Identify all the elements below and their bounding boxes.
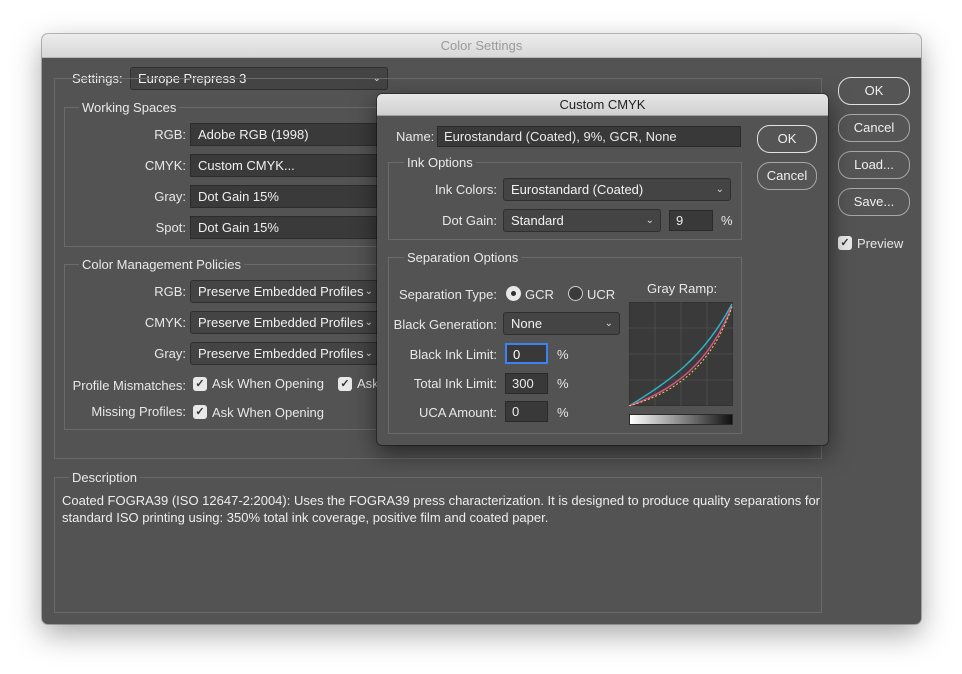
chevron-down-icon: ⌄ <box>364 317 373 328</box>
ws-spot-select[interactable]: Dot Gain 15% <box>190 216 380 239</box>
mismatch-paste-checkbox[interactable]: ✓ <box>338 377 352 391</box>
gcr-radio[interactable] <box>506 286 521 301</box>
black-generation-select[interactable]: None ⌄ <box>503 312 620 335</box>
chevron-down-icon: ⌄ <box>364 286 373 297</box>
preview-label: Preview <box>857 236 904 251</box>
description-title: Description <box>69 470 141 485</box>
chevron-down-icon: ⌄ <box>715 184 724 195</box>
description-text: Coated FOGRA39 (ISO 12647-2:2004): Uses … <box>62 492 822 526</box>
ws-rgb-label: RGB: <box>154 127 186 142</box>
chevron-down-icon: ⌄ <box>604 318 613 329</box>
mismatch-open-checkbox[interactable]: ✓ <box>193 377 207 391</box>
description-line-2: standard ISO printing using: 350% total … <box>62 510 549 525</box>
window-title: Color Settings <box>42 34 921 58</box>
policy-rgb-value: Preserve Embedded Profiles <box>198 284 364 299</box>
ws-spot-label: Spot: <box>155 220 186 235</box>
ws-rgb-select[interactable]: Adobe RGB (1998) <box>190 123 380 146</box>
uca-percent: % <box>557 405 569 420</box>
ink-colors-value: Eurostandard (Coated) <box>511 182 644 197</box>
mismatch-paste-label: Ask <box>357 376 379 391</box>
cancel-button[interactable]: Cancel <box>838 114 910 142</box>
black-generation-label: Black Generation: <box>393 317 497 332</box>
dot-gain-label: Dot Gain: <box>442 213 497 228</box>
dot-gain-percent: % <box>721 213 733 228</box>
ink-colors-select[interactable]: Eurostandard (Coated) ⌄ <box>503 178 731 201</box>
policy-gray-value: Preserve Embedded Profiles <box>198 346 364 361</box>
ink-options-title: Ink Options <box>404 155 476 170</box>
cmyk-name-label: Name: <box>396 129 435 144</box>
policy-gray-select[interactable]: Preserve Embedded Profiles ⌄ <box>190 342 380 365</box>
ws-cmyk-label: CMYK: <box>144 158 186 173</box>
ws-gray-label: Gray: <box>154 189 186 204</box>
black-generation-value: None <box>511 316 543 331</box>
total-ink-limit-field[interactable]: 300 <box>505 373 548 394</box>
black-ink-limit-label: Black Ink Limit: <box>409 347 497 362</box>
chevron-down-icon: ⌄ <box>364 348 373 359</box>
working-spaces-title: Working Spaces <box>79 100 180 115</box>
cmyk-name-field[interactable]: Eurostandard (Coated), 9%, GCR, None <box>437 126 741 147</box>
policy-cmyk-value: Preserve Embedded Profiles <box>198 315 364 330</box>
policies-title: Color Management Policies <box>79 257 244 272</box>
dot-gain-select[interactable]: Standard ⌄ <box>503 209 661 232</box>
save-button[interactable]: Save... <box>838 188 910 216</box>
gray-ramp-chart <box>629 302 733 406</box>
gcr-label: GCR <box>525 287 554 302</box>
ucr-radio[interactable] <box>568 286 583 301</box>
total-ink-percent: % <box>557 376 569 391</box>
cmyk-cancel-button[interactable]: Cancel <box>757 162 817 190</box>
preview-checkbox[interactable]: ✓ <box>838 236 852 250</box>
mismatch-open-label: Ask When Opening <box>212 376 325 391</box>
policy-rgb-label: RGB: <box>154 284 186 299</box>
ok-button[interactable]: OK <box>838 77 910 105</box>
gray-ramp-label: Gray Ramp: <box>647 281 718 296</box>
uca-amount-field[interactable]: 0 <box>505 401 548 422</box>
ink-colors-label: Ink Colors: <box>434 182 497 197</box>
uca-amount-label: UCA Amount: <box>418 405 497 420</box>
profile-mismatches-label: Profile Mismatches: <box>72 378 186 393</box>
chevron-down-icon: ⌄ <box>645 215 654 226</box>
separation-options-title: Separation Options <box>404 250 522 265</box>
missing-profiles-label: Missing Profiles: <box>91 404 186 419</box>
policy-cmyk-label: CMYK: <box>144 315 186 330</box>
ws-cmyk-select[interactable]: Custom CMYK... <box>190 154 380 177</box>
black-ink-percent: % <box>557 347 569 362</box>
missing-open-label: Ask When Opening <box>212 405 325 420</box>
ucr-label: UCR <box>587 287 616 302</box>
load-button[interactable]: Load... <box>838 151 910 179</box>
ws-gray-select[interactable]: Dot Gain 15% <box>190 185 380 208</box>
custom-cmyk-title: Custom CMYK <box>377 94 828 116</box>
black-ink-limit-field[interactable]: 0 <box>505 343 548 364</box>
policy-cmyk-select[interactable]: Preserve Embedded Profiles ⌄ <box>190 311 380 334</box>
gray-ramp-gradient <box>629 414 733 425</box>
separation-type-label: Separation Type: <box>398 287 497 302</box>
total-ink-limit-label: Total Ink Limit: <box>413 376 497 391</box>
policy-gray-label: Gray: <box>154 346 186 361</box>
dot-gain-amount-field[interactable]: 9 <box>669 210 713 231</box>
policy-rgb-select[interactable]: Preserve Embedded Profiles ⌄ <box>190 280 380 303</box>
description-line-1: Coated FOGRA39 (ISO 12647-2:2004): Uses … <box>62 493 820 508</box>
custom-cmyk-dialog: Custom CMYK Name: Eurostandard (Coated),… <box>377 94 828 445</box>
cmyk-ok-button[interactable]: OK <box>757 125 817 153</box>
missing-open-checkbox[interactable]: ✓ <box>193 405 207 419</box>
dot-gain-value: Standard <box>511 213 564 228</box>
